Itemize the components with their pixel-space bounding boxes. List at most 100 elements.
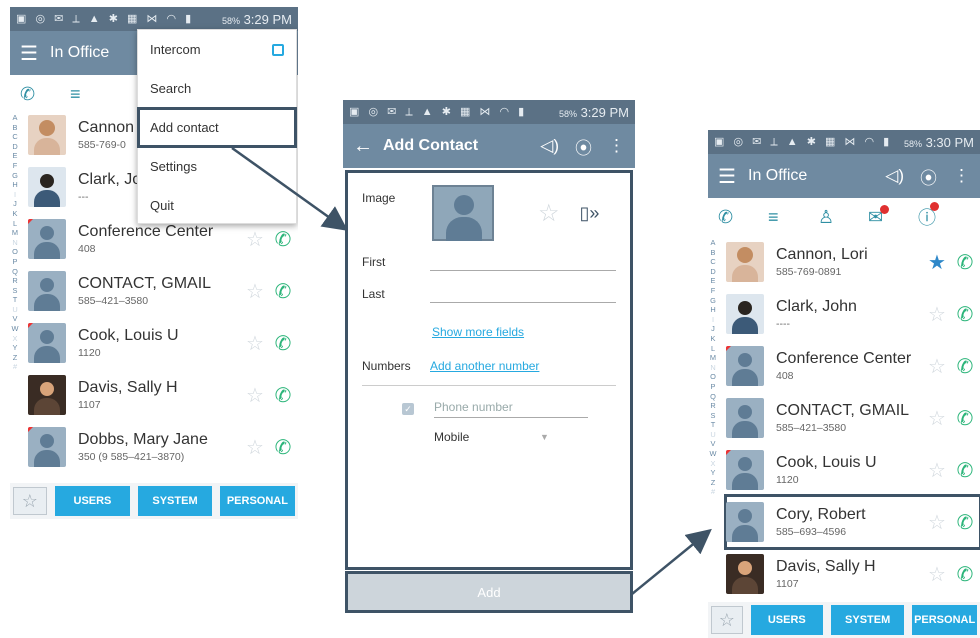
add-contact-form: Image ☆ ▯» First Last Show more fields N… [345, 170, 633, 570]
call-icon[interactable]: ✆ [950, 510, 980, 535]
call-icon[interactable]: ✆ [950, 406, 980, 431]
arrow-form-to-list [631, 528, 712, 595]
system-button[interactable]: SYSTEM [831, 605, 905, 635]
menu-item-quit[interactable]: Quit [138, 186, 296, 225]
call-icon[interactable]: ✆ [950, 354, 980, 379]
status-icons: ▣ ◎ ✉ ⟂ ▲ ✱ ▦ ⋈ ◠ ▮ [16, 13, 195, 25]
call-icon[interactable]: ✆ [268, 435, 298, 460]
call-icon[interactable]: ✆ [268, 383, 298, 408]
list-item[interactable]: Dobbs, Mary Jane 350 (9 585–421–3870) ☆ ✆ [28, 421, 298, 473]
voicemail-tab-icon[interactable]: ✉ [868, 204, 918, 228]
location-pin-icon[interactable]: ⦿ [920, 164, 937, 189]
list-item[interactable]: CONTACT, GMAIL 585–421–3580 ☆ ✆ [28, 265, 298, 317]
favorites-star-icon[interactable]: ☆ [13, 487, 47, 515]
avatar [726, 554, 764, 594]
contact-image-placeholder[interactable] [432, 185, 494, 241]
personal-button[interactable]: PERSONAL [912, 605, 977, 635]
phone-tab-icon[interactable]: ✆ [20, 84, 70, 105]
list-item[interactable]: Cook, Louis U 1120 ☆ ✆ [28, 317, 298, 369]
status-time: 3:29 PM [243, 11, 292, 27]
intercom-checkbox[interactable] [272, 43, 284, 56]
avatar [726, 398, 764, 438]
favorite-star-icon[interactable]: ☆ [924, 354, 950, 379]
avatar [28, 375, 66, 415]
favorite-star-icon[interactable]: ☆ [924, 510, 950, 535]
more-vert-icon[interactable]: ⋮ [953, 166, 970, 186]
intercom-icon[interactable]: ▯» [580, 203, 600, 224]
show-more-fields-link[interactable]: Show more fields [432, 325, 524, 339]
battery-level: 58% [558, 108, 577, 119]
favorite-star-icon[interactable]: ☆ [242, 383, 268, 408]
alphabet-index[interactable]: A B C D E F G H I J K L M N O P Q R S T U V W X Y Z # [708, 238, 718, 497]
contacts-screen-updated: ▣ ◎ ✉ ⟂ ▲ ✱ ▦ ⋈ ◠ ▮ 58% 3:30 PM ☰ In Off… [708, 130, 980, 638]
favorites-star-icon[interactable]: ☆ [711, 606, 743, 634]
menu-item-search[interactable]: Search [138, 69, 296, 108]
avatar [28, 323, 66, 363]
call-icon[interactable]: ✆ [268, 279, 298, 304]
call-icon[interactable]: ✆ [950, 458, 980, 483]
first-name-field[interactable] [430, 253, 616, 271]
menu-icon[interactable]: ☰ [718, 164, 748, 189]
app-bar: ☰ In Office ◁) ⦿ ⋮ [708, 154, 980, 198]
list-item[interactable]: Clark, John ---- ☆ ✆ [726, 288, 980, 340]
more-vert-icon[interactable]: ⋮ [608, 136, 625, 156]
alphabet-index[interactable]: A B C D E F G H I J K L M N O P Q R S T U V W X Y Z # [10, 113, 20, 372]
info-tab-icon[interactable]: ⓘ [918, 202, 968, 230]
favorite-star-icon[interactable]: ☆ [242, 227, 268, 252]
add-button[interactable]: Add [345, 571, 633, 613]
location-pin-icon[interactable]: ⦿ [575, 134, 592, 159]
favorite-star-icon[interactable]: ☆ [538, 199, 560, 228]
favorite-star-icon[interactable]: ☆ [924, 302, 950, 327]
favorite-star-icon[interactable]: ★ [924, 250, 950, 275]
favorite-star-icon[interactable]: ☆ [924, 406, 950, 431]
status-icons: ▣ ◎ ✉ ⟂ ▲ ✱ ▦ ⋈ ◠ ▮ [349, 106, 528, 118]
phone-tab-icon[interactable]: ✆ [718, 207, 768, 228]
personal-button[interactable]: PERSONAL [219, 486, 296, 516]
tab-bar: ✆ ≡ ♙ ✉ ⓘ [708, 198, 980, 236]
system-button[interactable]: SYSTEM [138, 486, 212, 516]
add-another-number-link[interactable]: Add another number [430, 359, 539, 373]
dropdown-arrow-icon[interactable]: ▼ [540, 432, 549, 442]
call-icon[interactable]: ✆ [950, 302, 980, 327]
call-icon[interactable]: ✆ [950, 562, 980, 587]
phone-type-select[interactable]: Mobile [434, 430, 540, 444]
call-icon[interactable]: ✆ [950, 250, 980, 275]
favorite-star-icon[interactable]: ☆ [924, 562, 950, 587]
avatar [726, 294, 764, 334]
list-tab-icon[interactable]: ≡ [70, 84, 120, 105]
contact-list: Cannon, Lori 585-769-0891 ★ ✆ Clark, John --… [724, 236, 980, 600]
avatar [28, 219, 66, 259]
favorite-star-icon[interactable]: ☆ [242, 331, 268, 356]
list-item[interactable]: Cook, Louis U 1120 ☆ ✆ [726, 444, 980, 496]
number-checkbox[interactable]: ✓ [402, 403, 414, 415]
list-tab-icon[interactable]: ≡ [768, 207, 818, 228]
last-name-field[interactable] [430, 285, 616, 303]
users-button[interactable]: USERS [54, 486, 131, 516]
speaker-icon[interactable]: ◁) [885, 166, 904, 186]
favorite-star-icon[interactable]: ☆ [242, 435, 268, 460]
menu-item-intercom[interactable]: Intercom [138, 30, 296, 69]
last-label: Last [362, 287, 385, 301]
speaker-icon[interactable]: ◁) [540, 136, 559, 156]
avatar [28, 271, 66, 311]
back-arrow-icon[interactable]: ← [353, 135, 383, 158]
list-item[interactable]: CONTACT, GMAIL 585–421–3580 ☆ ✆ [726, 392, 980, 444]
call-icon[interactable]: ✆ [268, 227, 298, 252]
menu-item-add-contact[interactable]: Add contact [137, 107, 297, 148]
menu-item-settings[interactable]: Settings [138, 147, 296, 186]
status-bar: ▣ ◎ ✉ ⟂ ▲ ✱ ▦ ⋈ ◠ ▮ 58% 3:29 PM [343, 100, 635, 124]
list-item[interactable]: Conference Center 408 ☆ ✆ [726, 340, 980, 392]
favorite-star-icon[interactable]: ☆ [924, 458, 950, 483]
avatar [726, 450, 764, 490]
menu-icon[interactable]: ☰ [20, 41, 50, 66]
phone-number-field[interactable]: Phone number [434, 400, 588, 418]
users-button[interactable]: USERS [750, 605, 824, 635]
list-item[interactable]: Davis, Sally H 1107 ☆ ✆ [726, 548, 980, 600]
person-tab-icon[interactable]: ♙ [818, 207, 868, 228]
avatar [726, 242, 764, 282]
favorite-star-icon[interactable]: ☆ [242, 279, 268, 304]
call-icon[interactable]: ✆ [268, 331, 298, 356]
list-item-new-contact[interactable]: Cory, Robert 585–693–4596 ☆ ✆ [724, 494, 980, 550]
list-item[interactable]: Cannon, Lori 585-769-0891 ★ ✆ [726, 236, 980, 288]
list-item[interactable]: Davis, Sally H 1107 ☆ ✆ [28, 369, 298, 421]
